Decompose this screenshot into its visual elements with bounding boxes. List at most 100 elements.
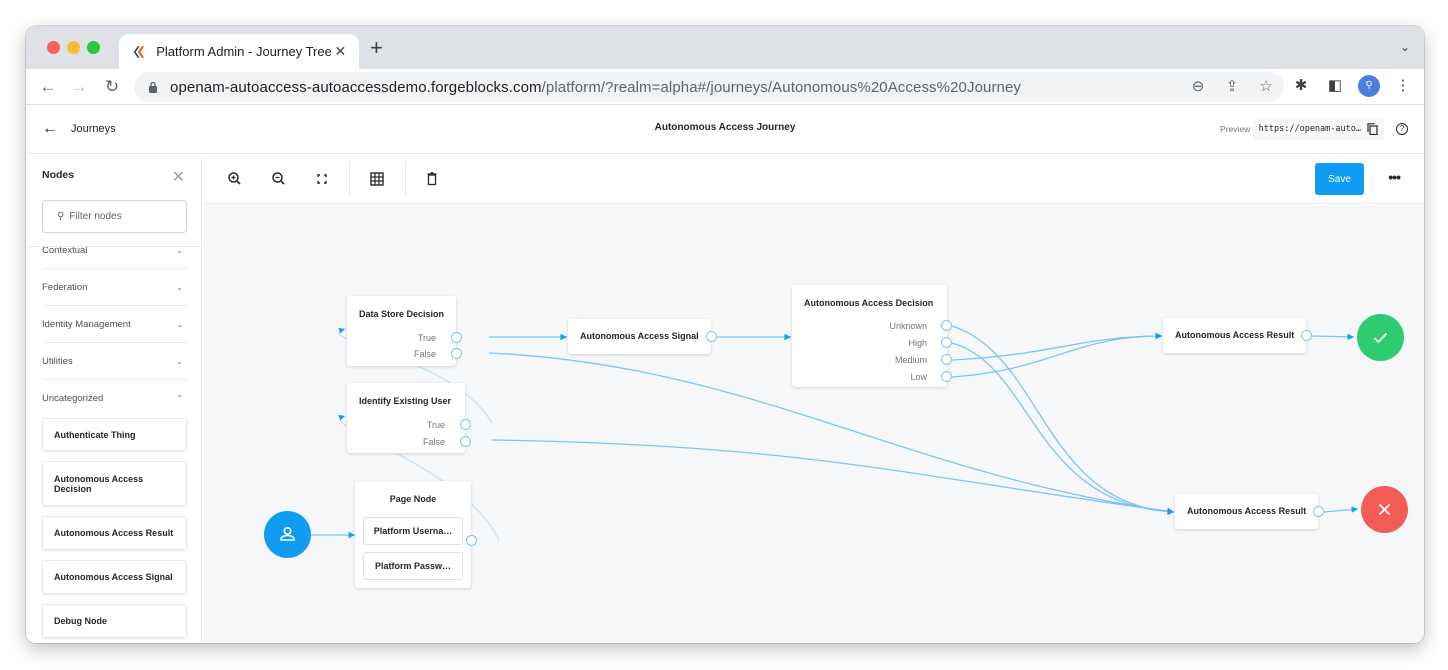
- journey-canvas[interactable]: Data Store Decision True False Identify …: [203, 205, 1424, 643]
- category-label: Uncategorized: [42, 393, 104, 404]
- save-button[interactable]: Save: [1315, 163, 1364, 195]
- outcome-port-false[interactable]: [460, 436, 471, 447]
- edge-decision-low-to-success-result[interactable]: [951, 332, 1163, 378]
- filter-nodes-input[interactable]: ⚲: [42, 200, 187, 233]
- chevron-down-icon: ⌄: [176, 282, 183, 292]
- edge-failure-result-to-failure[interactable]: [1323, 506, 1359, 513]
- page-title: Autonomous Access Journey: [654, 122, 796, 133]
- new-tab-icon[interactable]: +: [370, 37, 383, 59]
- node-page-node[interactable]: Page Node Platform Userna… Platform Pass…: [355, 481, 477, 588]
- forgerock-favicon-icon: [133, 45, 145, 58]
- node-autonomous-access-result-failure[interactable]: Autonomous Access Result: [1175, 494, 1324, 529]
- palette-item[interactable]: Autonomous Access Result: [42, 516, 187, 550]
- sidebar-title-label: Nodes: [42, 169, 75, 181]
- filter-nodes-field[interactable]: [69, 211, 180, 222]
- node-autonomous-access-decision[interactable]: Autonomous Access Decision Unknown High …: [792, 285, 952, 387]
- navigation-bar: ← → ↻ openam-autoaccess-autoaccessdemo.f…: [26, 69, 1424, 105]
- outcome-port[interactable]: [466, 535, 477, 546]
- node-identify-existing-user[interactable]: Identify Existing User True False: [347, 383, 471, 453]
- forward-icon[interactable]: →: [67, 75, 91, 99]
- x-icon: [1378, 503, 1391, 516]
- sidebar-close-icon[interactable]: ✕: [172, 167, 185, 187]
- profile-avatar[interactable]: ⚲: [1358, 75, 1380, 97]
- failure-node[interactable]: [1361, 486, 1408, 533]
- node-title: Autonomous Access Decision: [804, 298, 934, 308]
- edge-decision-medium-to-success-result[interactable]: [951, 332, 1163, 361]
- browser-tab[interactable]: Platform Admin - Journey Tree ✕: [119, 34, 359, 69]
- address-bar[interactable]: openam-autoaccess-autoaccessdemo.forgebl…: [134, 72, 1284, 102]
- node-palette: Authenticate Thing Autonomous Access Dec…: [42, 418, 187, 643]
- child-node-platform-password[interactable]: Platform Passw…: [363, 552, 463, 580]
- kebab-menu-icon[interactable]: ⋮: [1392, 75, 1414, 97]
- reload-icon[interactable]: ↻: [100, 75, 124, 99]
- success-node[interactable]: [1357, 314, 1404, 361]
- node-autonomous-access-result-success[interactable]: Autonomous Access Result: [1163, 318, 1312, 353]
- trash-icon[interactable]: [422, 169, 442, 189]
- url-host: openam-autoaccess-autoaccessdemo.forgebl…: [170, 78, 542, 96]
- zoom-in-icon[interactable]: [225, 169, 245, 189]
- outcome-port[interactable]: [1301, 330, 1312, 341]
- category-label: Identity Management: [42, 318, 131, 330]
- category-uncategorized[interactable]: Uncategorized ⌃: [42, 380, 187, 417]
- close-window-button[interactable]: [47, 41, 60, 54]
- preview-url-value: https://openam-auto…: [1258, 124, 1361, 134]
- preview-url-field[interactable]: https://openam-auto…: [1252, 118, 1384, 140]
- url-text: openam-autoaccess-autoaccessdemo.forgebl…: [170, 79, 1021, 96]
- outcome-label: Low: [910, 372, 927, 382]
- toolbar-divider: [405, 161, 406, 197]
- tab-close-icon[interactable]: ✕: [332, 43, 349, 60]
- fit-to-screen-icon[interactable]: [312, 169, 332, 189]
- palette-item[interactable]: Authenticate Thing: [42, 418, 187, 451]
- tab-search-chevron-icon[interactable]: ⌄: [1400, 40, 1410, 54]
- edge-decision-high-to-failure-result[interactable]: [951, 342, 1175, 515]
- outcome-label: True: [426, 420, 445, 430]
- back-icon[interactable]: ←: [36, 75, 60, 99]
- start-node[interactable]: [264, 511, 311, 558]
- palette-item[interactable]: Autonomous Access Decision: [42, 461, 187, 506]
- canvas-toolbar: Save •••: [203, 155, 1424, 204]
- node-autonomous-access-signal[interactable]: Autonomous Access Signal: [568, 319, 717, 354]
- child-node-platform-username[interactable]: Platform Userna…: [363, 517, 463, 545]
- share-icon[interactable]: ⇪: [1222, 77, 1242, 97]
- star-icon[interactable]: ☆: [1256, 77, 1276, 97]
- extensions-icon[interactable]: ✱: [1290, 75, 1312, 97]
- category-label: Federation: [42, 281, 88, 293]
- palette-item[interactable]: Debug Node: [42, 604, 187, 638]
- category-identity-management[interactable]: Identity Management ⌄: [42, 306, 187, 343]
- outcome-port-medium[interactable]: [941, 354, 952, 365]
- user-icon: [280, 526, 295, 541]
- outcome-port-true[interactable]: [451, 332, 462, 343]
- chevron-down-icon: ⌄: [176, 319, 183, 329]
- outcome-port-false[interactable]: [451, 348, 462, 359]
- chevron-up-icon: ⌃: [176, 394, 183, 403]
- minimize-window-button[interactable]: [67, 41, 80, 54]
- copy-icon[interactable]: [1367, 123, 1378, 135]
- checkmark-icon: [1373, 332, 1388, 344]
- outcome-label: False: [422, 437, 445, 447]
- sidebar-divider: [26, 246, 201, 247]
- zoom-out-icon[interactable]: [269, 169, 289, 189]
- browser-window: Platform Admin - Journey Tree ✕ + ⌄ ← → …: [26, 26, 1424, 643]
- help-icon[interactable]: ?: [1396, 123, 1408, 135]
- outcome-label: False: [413, 349, 436, 359]
- chevron-down-icon: ⌄: [176, 246, 183, 255]
- more-options-icon[interactable]: •••: [1388, 169, 1401, 185]
- outcome-port-low[interactable]: [941, 371, 952, 382]
- edge-success-result-to-success[interactable]: [1311, 333, 1355, 341]
- outcome-port-high[interactable]: [941, 337, 952, 348]
- grid-icon[interactable]: [367, 169, 387, 189]
- node-data-store-decision[interactable]: Data Store Decision True False: [347, 296, 462, 366]
- node-title: Autonomous Access Signal: [580, 331, 699, 341]
- zoom-out-icon[interactable]: ⊖: [1188, 77, 1208, 97]
- edge-identify-false-to-failure-result[interactable]: [491, 439, 1175, 515]
- nodes-sidebar: Nodes ✕ Contextual⌄ Federation⌄ Identity…: [26, 155, 202, 643]
- side-panel-icon[interactable]: ◧: [1324, 75, 1346, 97]
- category-federation[interactable]: Federation ⌄: [42, 269, 187, 306]
- outcome-port-unknown[interactable]: [941, 320, 952, 331]
- outcome-port[interactable]: [706, 331, 717, 342]
- palette-item[interactable]: Autonomous Access Signal: [42, 560, 187, 594]
- outcome-port-true[interactable]: [460, 419, 471, 430]
- category-utilities[interactable]: Utilities ⌄: [42, 343, 187, 380]
- maximize-window-button[interactable]: [87, 41, 100, 54]
- outcome-port[interactable]: [1313, 506, 1324, 517]
